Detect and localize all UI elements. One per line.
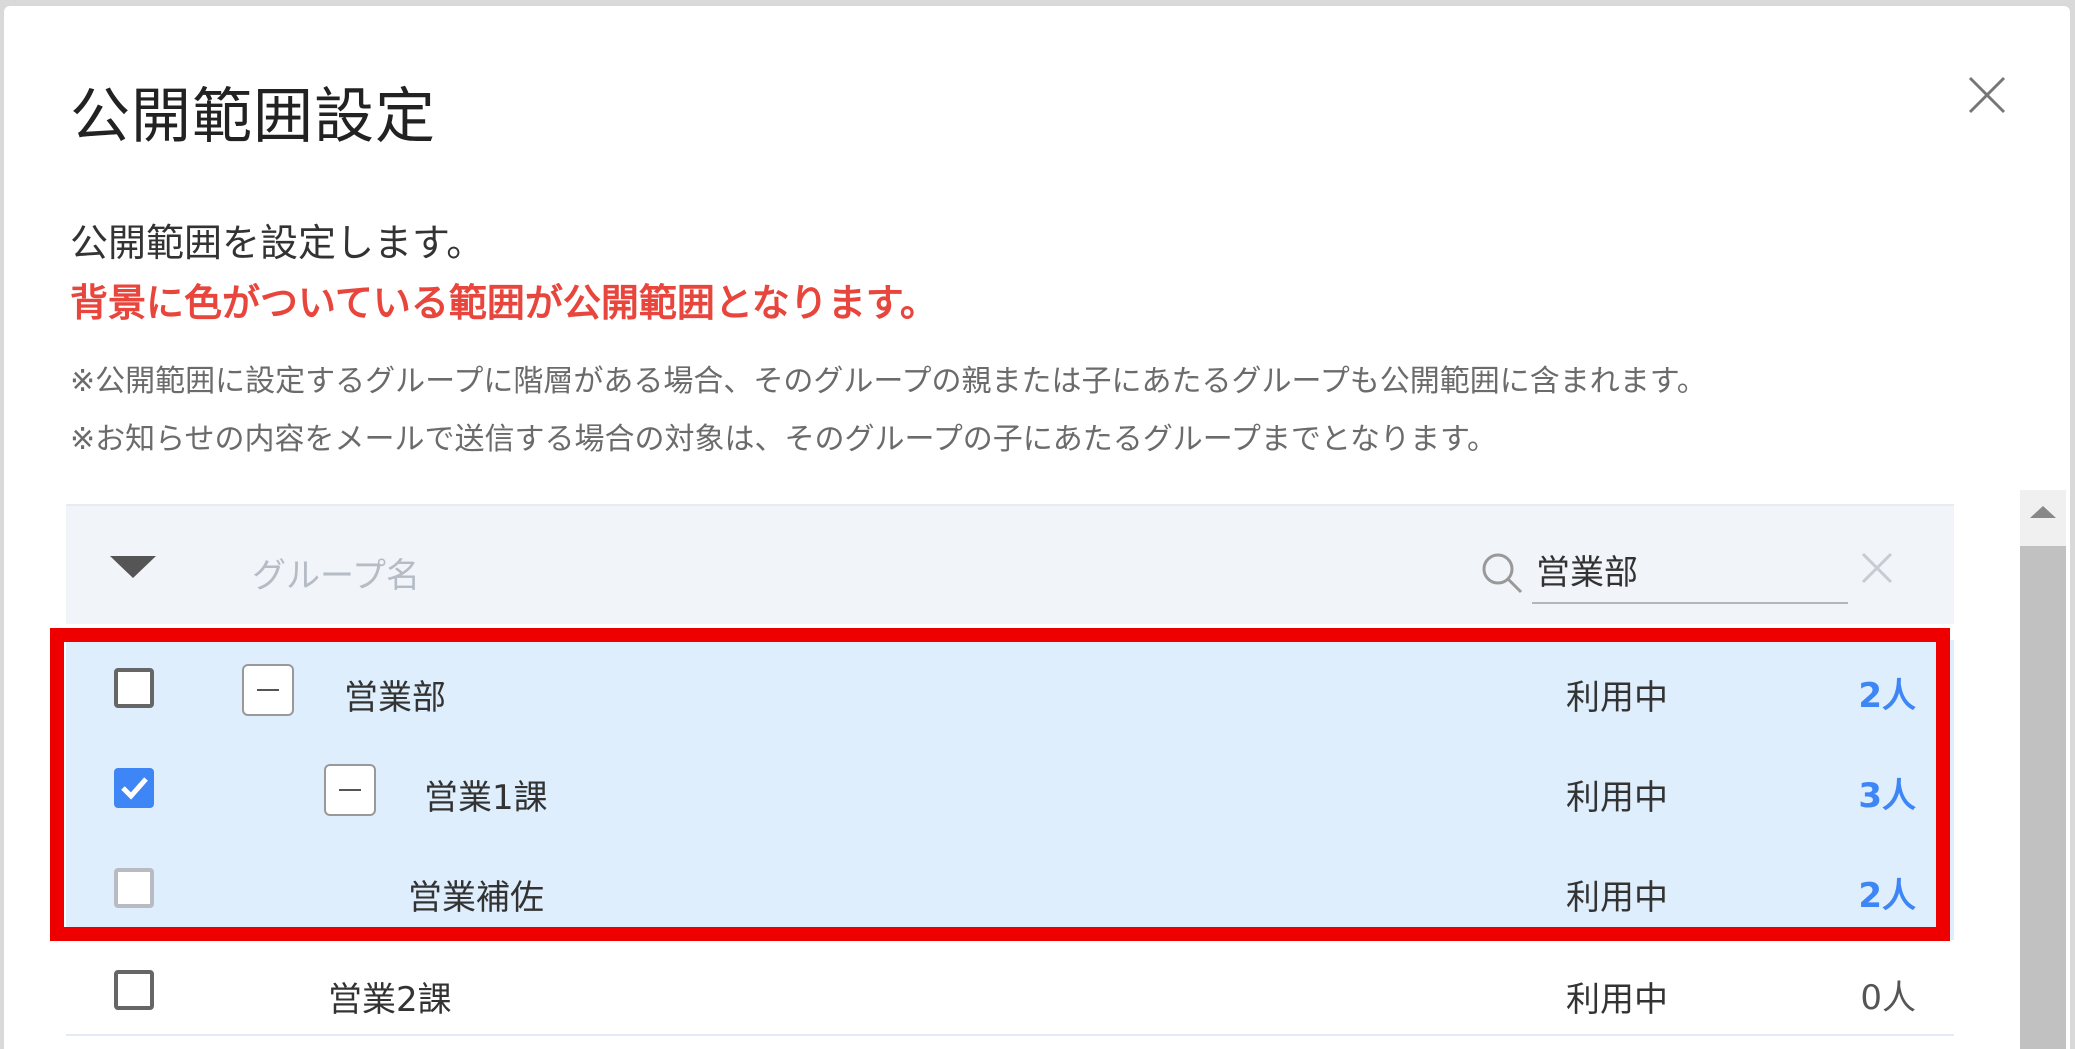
clear-search-button[interactable] — [1857, 548, 1897, 588]
row-checkbox-disabled[interactable] — [114, 868, 154, 908]
collapse-toggle-icon[interactable] — [242, 664, 294, 716]
row-checkbox[interactable] — [114, 970, 154, 1010]
row-divider — [66, 1034, 1954, 1036]
collapse-all-toggle-icon[interactable] — [110, 556, 156, 578]
group-name: 営業2課 — [328, 980, 452, 1020]
group-table: グループ名 営業部 利用中 2人 — [66, 504, 1954, 1049]
group-name: 営業1課 — [424, 778, 548, 818]
table-row: 営業1課 利用中 3人 — [66, 740, 1954, 840]
group-status: 利用中 — [1566, 678, 1668, 718]
group-name-column-header: グループ名 — [252, 556, 420, 596]
group-status: 利用中 — [1566, 878, 1668, 918]
scroll-thumb[interactable] — [2020, 546, 2066, 1049]
member-count-link[interactable]: 3人 — [1858, 768, 1916, 817]
close-icon — [1968, 76, 2006, 114]
scroll-up-icon[interactable] — [2030, 506, 2056, 518]
member-count: 0人 — [1860, 978, 1916, 1018]
table-header: グループ名 — [66, 506, 1954, 624]
group-status: 利用中 — [1566, 778, 1668, 818]
table-row: 営業部 利用中 2人 — [66, 640, 1954, 740]
clear-icon — [1861, 552, 1893, 584]
group-name: 営業補佐 — [408, 878, 544, 918]
close-button[interactable] — [1960, 68, 2014, 122]
member-count-link[interactable]: 2人 — [1858, 668, 1916, 717]
table-row: 営業2課 利用中 0人 — [66, 942, 1954, 1042]
modal-description: 公開範囲を設定します。 — [70, 221, 485, 265]
row-checkbox[interactable] — [114, 668, 154, 708]
email-note: ※お知らせの内容をメールで送信する場合の対象は、そのグループの子にあたるグループ… — [70, 422, 1498, 457]
group-status: 利用中 — [1566, 980, 1668, 1020]
modal-title: 公開範囲設定 — [70, 82, 436, 152]
highlight-note: 背景に色がついている範囲が公開範囲となります。 — [70, 281, 938, 325]
member-count-link[interactable]: 2人 — [1858, 868, 1916, 917]
table-row: 営業補佐 利用中 2人 — [66, 840, 1954, 940]
check-icon — [121, 777, 148, 800]
visibility-settings-modal: 公開範囲設定 公開範囲を設定します。 背景に色がついている範囲が公開範囲となりま… — [4, 6, 2070, 1049]
row-checkbox[interactable] — [114, 768, 154, 808]
group-search-input[interactable] — [1532, 536, 1848, 604]
search-icon — [1479, 550, 1525, 596]
collapse-toggle-icon[interactable] — [324, 764, 376, 816]
hierarchy-note: ※公開範囲に設定するグループに階層がある場合、そのグループの親または子にあたるグ… — [70, 364, 1707, 399]
table-scrollbar[interactable] — [2020, 490, 2066, 1049]
group-name: 営業部 — [344, 678, 446, 718]
